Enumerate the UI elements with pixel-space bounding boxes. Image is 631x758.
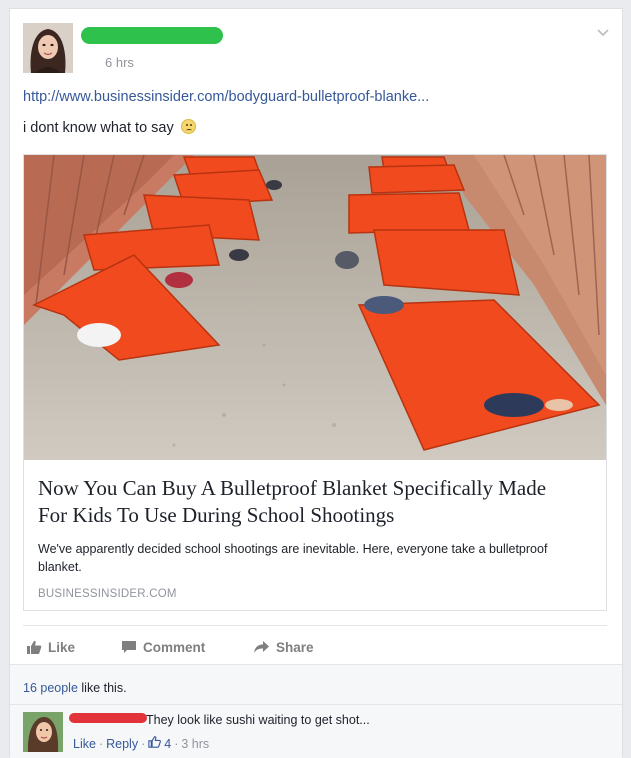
feed-post: 6 hrs http://www.businessinsider.com/bod… <box>9 8 623 758</box>
post-timestamp[interactable]: 6 hrs <box>105 55 134 70</box>
meta-separator: · <box>174 736 179 751</box>
share-arrow-icon <box>253 640 270 654</box>
post-actions-bar: Like Comment Share <box>23 625 607 665</box>
meta-separator: · <box>98 736 104 751</box>
link-preview-image[interactable] <box>24 155 606 460</box>
comment-like-count[interactable]: 4 <box>164 737 171 751</box>
likes-summary: 16 people like this. <box>10 664 622 704</box>
link-preview-description: We've apparently decided school shooting… <box>38 542 548 574</box>
likes-suffix: like this. <box>77 681 127 695</box>
thumbs-up-icon <box>148 736 162 751</box>
post-status-text: i dont know what to say <box>23 119 196 136</box>
share-button-label: Share <box>276 639 314 655</box>
post-header: 6 hrs <box>23 23 613 75</box>
comment-button-label: Comment <box>143 639 206 655</box>
thumbs-up-icon <box>26 640 42 655</box>
meta-separator: · <box>141 736 146 751</box>
author-name-redaction <box>81 27 223 44</box>
share-button[interactable]: Share <box>253 638 314 656</box>
comment-bubble-icon <box>121 640 137 655</box>
author-avatar[interactable] <box>23 23 73 73</box>
comment-time[interactable]: 3 hrs <box>181 737 209 751</box>
link-preview-card[interactable]: Now You Can Buy A Bulletproof Blanket Sp… <box>23 154 607 611</box>
frown-emoji-icon <box>180 119 196 134</box>
comment-meta: Like · Reply · 4 · 3 hrs <box>73 736 209 751</box>
likes-count-link[interactable]: 16 people <box>23 681 78 695</box>
link-preview-domain: BUSINESSINSIDER.COM <box>38 588 177 600</box>
like-button-label: Like <box>48 639 76 655</box>
status-text-content: i dont know what to say <box>23 120 174 136</box>
comment-item: They look like sushi waiting to get shot… <box>10 704 622 758</box>
comment-text: They look like sushi waiting to get shot… <box>146 713 370 727</box>
likes-text: 16 people like this. <box>23 681 127 695</box>
comment-button[interactable]: Comment <box>121 638 205 656</box>
shared-link-url[interactable]: http://www.businessinsider.com/bodyguard… <box>23 89 429 105</box>
commenter-avatar[interactable] <box>23 712 63 752</box>
like-button[interactable]: Like <box>26 638 75 656</box>
link-preview-title[interactable]: Now You Can Buy A Bulletproof Blanket Sp… <box>38 475 578 529</box>
comment-like-link[interactable]: Like <box>73 737 96 751</box>
chevron-down-icon[interactable] <box>595 25 611 41</box>
link-preview-body: Now You Can Buy A Bulletproof Blanket Sp… <box>24 460 606 610</box>
comment-reply-link[interactable]: Reply <box>106 737 138 751</box>
commenter-name-redaction <box>69 713 147 723</box>
